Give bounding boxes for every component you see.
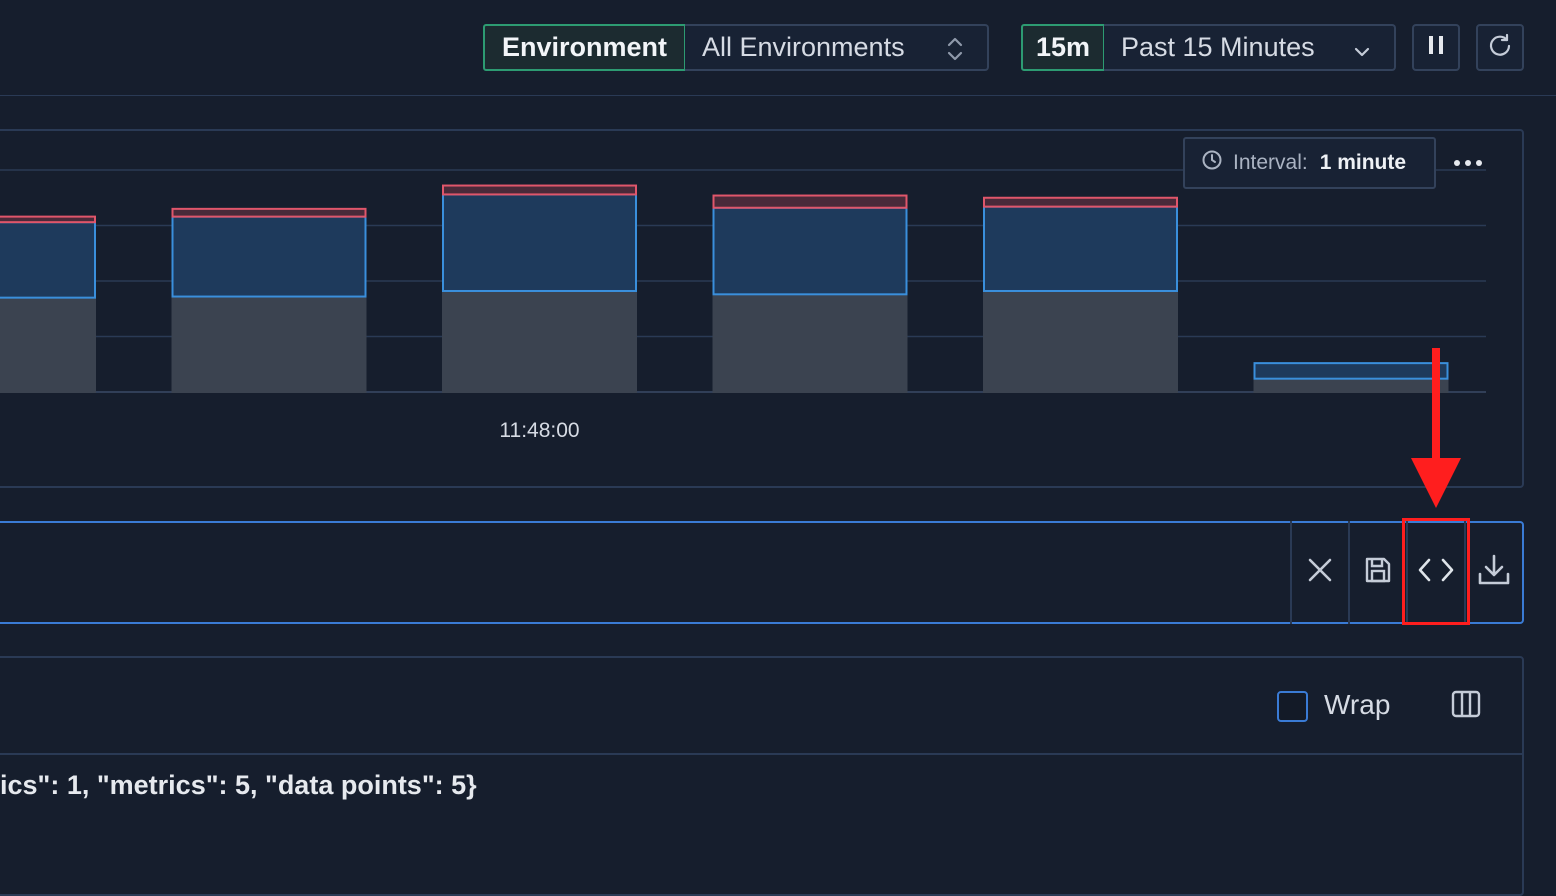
chevron-up-down-icon (945, 35, 965, 70)
refresh-icon (1487, 32, 1513, 63)
x-tick-label: 11:48:00 (499, 419, 579, 442)
annotation-arrow-shaft (1432, 348, 1440, 468)
bar-segment[interactable] (712, 293, 908, 394)
bar-segment[interactable] (983, 289, 1178, 394)
save-query-button[interactable] (1348, 521, 1406, 624)
bar-segment[interactable] (1253, 362, 1449, 380)
clock-icon (1201, 149, 1223, 177)
annotation-arrow-head (1411, 458, 1461, 508)
bar-segment[interactable] (712, 206, 908, 296)
refresh-button[interactable] (1476, 24, 1524, 71)
environment-select[interactable]: All Environments (685, 24, 989, 71)
environment-select-value: All Environments (702, 32, 905, 62)
bar-segment[interactable] (1253, 377, 1449, 393)
wrap-checkbox[interactable] (1277, 691, 1308, 722)
columns-icon (1451, 690, 1481, 723)
annotation-highlight-box (1402, 518, 1470, 625)
result-log-line: ics": 1, "metrics": 5, "data points": 5} (0, 770, 477, 800)
bar-segment[interactable] (0, 296, 96, 393)
bar-segment[interactable] (442, 289, 637, 394)
pause-icon (1426, 34, 1446, 61)
pause-button[interactable] (1412, 24, 1460, 71)
bar-segment[interactable] (171, 295, 367, 393)
interval-label: Interval: (1233, 151, 1308, 174)
bar-segment[interactable] (171, 207, 367, 218)
columns-button[interactable] (1448, 688, 1484, 724)
environment-label: Environment (483, 24, 686, 71)
bar-segment[interactable] (0, 215, 96, 224)
chevron-down-icon (1352, 38, 1372, 69)
interval-value: 1 minute (1319, 151, 1407, 174)
bar-segment[interactable] (712, 194, 908, 209)
time-range-select[interactable]: Past 15 Minutes (1104, 24, 1396, 71)
time-range-short-label: 15m (1021, 24, 1105, 71)
wrap-label: Wrap (1324, 689, 1391, 720)
bar-chart: 11:48:00 (0, 169, 1486, 442)
bar-segment[interactable] (442, 184, 637, 196)
time-range-value: Past 15 Minutes (1121, 32, 1315, 62)
bar-segment[interactable] (0, 221, 96, 299)
interval-selector[interactable]: Interval: 1 minute (1183, 137, 1436, 189)
bar-segment[interactable] (442, 193, 637, 292)
bar-segment[interactable] (983, 205, 1178, 292)
save-icon (1363, 555, 1393, 590)
close-icon (1306, 556, 1334, 589)
download-button[interactable] (1464, 521, 1522, 624)
download-icon (1477, 553, 1511, 592)
more-horizontal-icon (1453, 154, 1483, 172)
bar-segment[interactable] (171, 215, 367, 298)
more-options-button[interactable] (1448, 146, 1488, 180)
bar-segment[interactable] (983, 196, 1178, 208)
clear-query-button[interactable] (1290, 521, 1348, 624)
